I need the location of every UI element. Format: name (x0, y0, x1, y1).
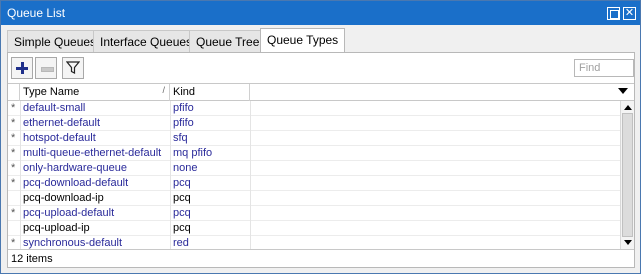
filter-icon (66, 61, 80, 74)
type-name-cell: synchronous-default (23, 237, 123, 249)
restore-button[interactable] (607, 7, 620, 20)
status-bar: 12 items (8, 249, 634, 267)
scroll-thumb[interactable] (622, 113, 633, 237)
table-row[interactable]: pcq-upload-ip pcq (8, 221, 620, 236)
kind-cell: pcq (173, 207, 191, 219)
table-row[interactable]: * synchronous-default red (8, 236, 620, 249)
type-name-cell: default-small (23, 102, 86, 114)
table-body: * default-small pfifo * ethernet-default pfif… (8, 101, 620, 249)
column-header-label: Kind (173, 86, 196, 98)
kind-cell: pcq (173, 222, 191, 234)
queue-types-panel: Type Name / Kind * default-small pfifo * eth… (7, 52, 635, 268)
column-menu-chevron-down-icon[interactable] (618, 88, 628, 94)
tab-simple-queues[interactable]: Simple Queues (7, 30, 104, 52)
type-name-cell: only-hardware-queue (23, 162, 127, 174)
table-row[interactable]: * only-hardware-queue none (8, 161, 620, 176)
table-row[interactable]: * pcq-upload-default pcq (8, 206, 620, 221)
table-row[interactable]: * hotspot-default sfq (8, 131, 620, 146)
sort-indicator-icon: / (162, 85, 165, 95)
toolbar (8, 57, 634, 81)
vertical-scrollbar[interactable] (620, 101, 634, 249)
column-header-kind[interactable]: Kind (170, 84, 250, 101)
table-row[interactable]: pcq-download-ip pcq (8, 191, 620, 206)
tab-queue-tree[interactable]: Queue Tree (189, 30, 267, 52)
window-title: Queue List (7, 6, 66, 20)
tab-queue-types[interactable]: Queue Types (260, 28, 346, 53)
tab-strip: Simple Queues Interface Queues Queue Tre… (7, 28, 635, 53)
kind-cell: none (173, 162, 198, 174)
kind-cell: pcq (173, 192, 191, 204)
tab-label: Queue Tree (196, 35, 260, 49)
item-count: 12 items (11, 253, 53, 265)
add-button[interactable] (11, 57, 33, 79)
type-name-cell: ethernet-default (23, 117, 101, 129)
type-name-cell: pcq-download-default (23, 177, 129, 189)
kind-cell: sfq (173, 132, 188, 144)
kind-cell: pfifo (173, 102, 194, 114)
type-name-cell: hotspot-default (23, 132, 96, 144)
filter-button[interactable] (62, 57, 84, 79)
row-marker: * (11, 177, 16, 189)
close-icon: ✕ (624, 7, 635, 19)
close-button[interactable]: ✕ (623, 7, 636, 20)
table-row[interactable]: * default-small pfifo (8, 101, 620, 116)
table-header: Type Name / Kind (8, 84, 634, 101)
type-name-cell: pcq-upload-default (23, 207, 115, 219)
kind-cell: red (173, 237, 189, 249)
table-row[interactable]: * multi-queue-ethernet-default mq pfifo (8, 146, 620, 161)
tab-label: Interface Queues (100, 35, 193, 49)
tab-label: Simple Queues (14, 35, 97, 49)
table-row[interactable]: * pcq-download-default pcq (8, 176, 620, 191)
row-marker: * (11, 132, 16, 144)
kind-cell: pcq (173, 177, 191, 189)
queue-types-table: Type Name / Kind * default-small pfifo * eth… (8, 83, 634, 249)
scroll-down-icon[interactable] (624, 240, 632, 245)
column-header-label: Type Name (23, 86, 80, 98)
column-header-marker[interactable] (8, 84, 20, 101)
row-marker: * (11, 162, 16, 174)
find-input[interactable] (574, 59, 634, 77)
type-name-cell: pcq-upload-ip (23, 222, 90, 234)
row-marker: * (11, 207, 16, 219)
kind-cell: mq pfifo (173, 147, 213, 159)
tab-interface-queues[interactable]: Interface Queues (93, 30, 200, 52)
row-marker: * (11, 117, 16, 129)
tab-label: Queue Types (267, 33, 339, 47)
remove-button[interactable] (35, 57, 57, 79)
column-header-type-name[interactable]: Type Name / (20, 84, 170, 101)
scroll-up-icon[interactable] (624, 105, 632, 110)
queue-list-window: Queue List ✕ Simple Queues Interface Que… (0, 0, 641, 274)
row-marker: * (11, 147, 16, 159)
title-bar[interactable]: Queue List ✕ (1, 1, 640, 25)
row-marker: * (11, 237, 16, 249)
type-name-cell: pcq-download-ip (23, 192, 104, 204)
type-name-cell: multi-queue-ethernet-default (23, 147, 162, 159)
table-row[interactable]: * ethernet-default pfifo (8, 116, 620, 131)
kind-cell: pfifo (173, 117, 194, 129)
row-marker: * (11, 102, 16, 114)
